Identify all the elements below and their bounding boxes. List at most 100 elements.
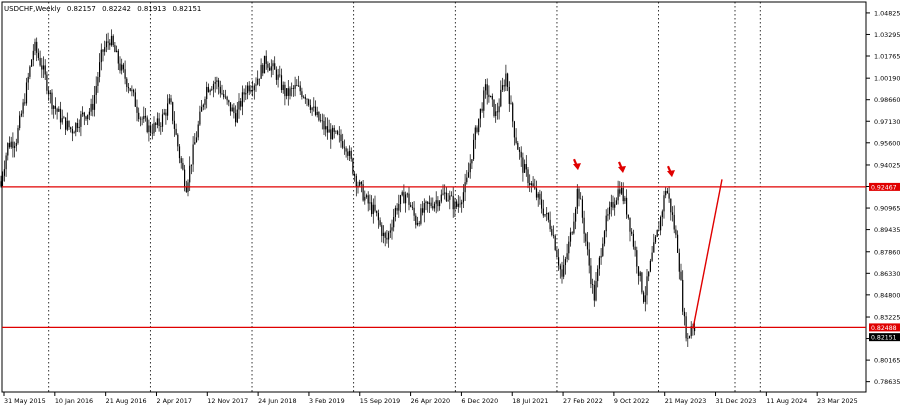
candle-body [156, 118, 158, 125]
candle-body [245, 93, 247, 95]
candle-body [148, 125, 150, 133]
candle-body [588, 249, 590, 266]
candle-body [151, 132, 153, 134]
candle-body [15, 142, 17, 147]
candle-body [515, 137, 517, 143]
candle-body [2, 175, 4, 182]
candle-body [561, 269, 563, 277]
candle-body [270, 66, 272, 71]
candle-body [578, 189, 580, 199]
candle-body [442, 193, 444, 195]
candle-body [61, 118, 63, 123]
candle-body [423, 203, 425, 213]
candle-body [199, 111, 201, 125]
candle-body [80, 114, 82, 127]
candle-body [182, 162, 184, 170]
price-tick-label: 0.97130 [874, 118, 900, 126]
candle-body [7, 143, 9, 156]
candle-body [134, 92, 136, 107]
candle-body [445, 192, 447, 201]
candle-body [31, 59, 33, 67]
candle-body [342, 141, 344, 148]
candle-body [597, 268, 599, 282]
candle-body [253, 85, 255, 91]
candle-body [42, 65, 45, 70]
candle-body [303, 96, 305, 98]
candle-body [309, 105, 311, 110]
candle-body [48, 90, 50, 95]
candle-body [167, 103, 169, 116]
candle-body [413, 207, 415, 216]
candle-body [444, 192, 446, 194]
candle-body [114, 45, 116, 53]
candle-body [388, 232, 390, 240]
candle-body [105, 41, 107, 48]
candle-body [189, 165, 191, 183]
candle-body [184, 169, 186, 187]
candle-body [58, 108, 60, 112]
candle-body [165, 112, 167, 116]
candle-body [36, 41, 38, 53]
price-tick-label: 1.03295 [874, 31, 900, 39]
candle-body [643, 292, 645, 302]
candle-body [37, 52, 39, 58]
candle-body [233, 107, 235, 114]
candle-body [100, 49, 102, 63]
candle-body [117, 50, 119, 64]
candle-body [544, 214, 546, 216]
candle-body [478, 118, 480, 132]
candle-body [619, 189, 621, 194]
candle-body [585, 233, 587, 242]
candle-body [5, 155, 7, 170]
candle-body [204, 99, 206, 105]
candle-body [143, 115, 145, 120]
candle-body [274, 63, 276, 70]
candle-body [660, 216, 662, 231]
candle-body [296, 84, 298, 86]
candle-body [59, 108, 62, 123]
candle-body [75, 123, 77, 133]
candle-body [78, 126, 80, 128]
candle-body [92, 103, 94, 110]
candle-body [488, 94, 490, 98]
candle-body [401, 192, 403, 196]
candle-body [175, 128, 177, 135]
candle-body [228, 100, 230, 103]
candle-body [138, 112, 140, 120]
candle-body [314, 106, 317, 115]
price-tick-label: 0.98660 [874, 96, 900, 104]
price-tick-label: 0.94025 [874, 161, 900, 169]
time-tick-label: 3 Feb 2019 [309, 397, 345, 405]
candle-body [294, 84, 296, 89]
time-tick-label: 27 Feb 2022 [563, 397, 603, 405]
candle-body [110, 35, 113, 46]
candle-body [129, 88, 131, 91]
candle-body [678, 252, 680, 272]
candle-body [112, 35, 114, 46]
candle-body [459, 203, 461, 205]
candle-body [389, 230, 391, 233]
candle-body [666, 190, 668, 194]
candle-body [335, 131, 337, 132]
candle-body [391, 227, 393, 231]
candle-body [126, 78, 128, 87]
candle-body [41, 65, 43, 70]
candle-body [246, 85, 249, 94]
candle-body [541, 199, 543, 209]
candle-body [83, 112, 85, 117]
candle-body [646, 276, 648, 296]
candle-body [379, 220, 381, 226]
candle-body [265, 55, 267, 64]
candle-body [318, 111, 320, 121]
candle-body [386, 237, 388, 240]
candle-body [133, 89, 135, 93]
candle-body [435, 200, 437, 204]
candle-body [682, 279, 684, 312]
candle-body [178, 146, 181, 159]
candle-body [119, 63, 121, 71]
candle-body [224, 96, 226, 98]
candle-body [631, 231, 633, 234]
candle-body [180, 158, 182, 163]
candle-body [581, 199, 583, 218]
time-tick-label: 24 Jun 2018 [258, 397, 296, 405]
